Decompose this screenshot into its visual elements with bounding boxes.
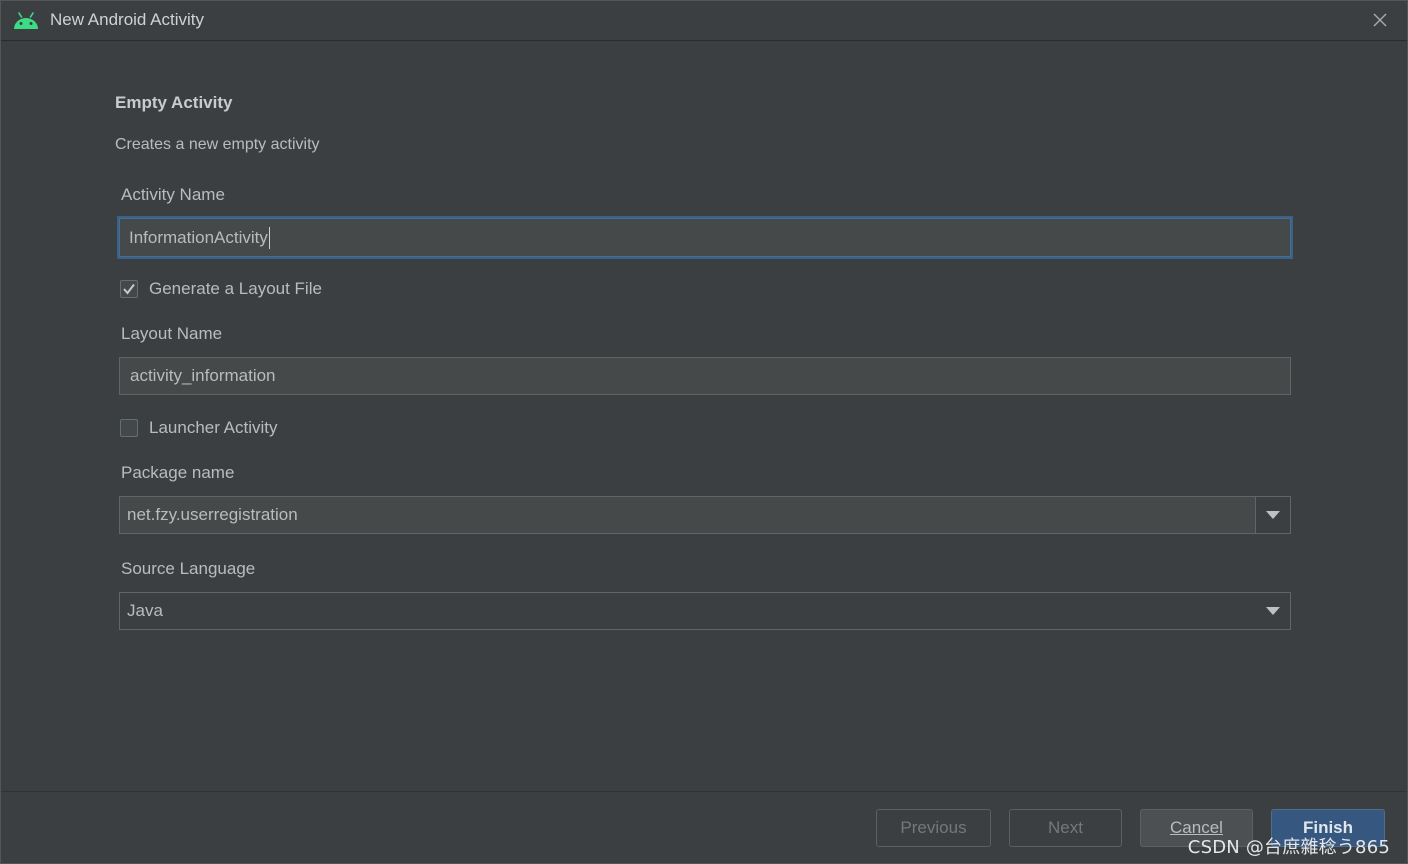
window-title: New Android Activity xyxy=(50,10,205,29)
chevron-down-icon xyxy=(1266,511,1280,519)
check-icon xyxy=(123,283,135,295)
launcher-activity-checkbox[interactable] xyxy=(120,419,138,437)
chevron-down-icon xyxy=(1266,607,1280,615)
generate-layout-label: Generate a Layout File xyxy=(149,279,322,298)
close-button[interactable] xyxy=(1369,9,1391,31)
new-android-activity-dialog: New Android Activity Empty Activity Crea… xyxy=(0,0,1408,864)
source-language-select[interactable]: Java xyxy=(119,592,1291,630)
generate-layout-checkbox-row[interactable]: Generate a Layout File xyxy=(120,278,322,300)
previous-button[interactable]: Previous xyxy=(876,809,991,847)
next-button[interactable]: Next xyxy=(1009,809,1122,847)
android-icon xyxy=(14,12,38,29)
template-heading: Empty Activity xyxy=(115,93,233,112)
activity-name-input[interactable]: InformationActivity xyxy=(117,216,1293,259)
package-name-dropdown-button[interactable] xyxy=(1255,497,1290,533)
template-description: Creates a new empty activity xyxy=(115,136,320,153)
source-language-value: Java xyxy=(127,601,163,620)
source-language-label: Source Language xyxy=(121,559,256,578)
generate-layout-checkbox[interactable] xyxy=(120,280,138,298)
text-caret xyxy=(268,226,270,249)
package-name-label: Package name xyxy=(121,463,235,482)
layout-name-label: Layout Name xyxy=(121,324,223,343)
layout-name-input[interactable]: activity_information xyxy=(119,357,1291,395)
package-name-combobox[interactable]: net.fzy.userregistration xyxy=(119,496,1291,534)
activity-name-label: Activity Name xyxy=(121,185,225,204)
close-icon xyxy=(1373,13,1387,27)
launcher-activity-checkbox-row[interactable]: Launcher Activity xyxy=(120,417,278,439)
source-language-dropdown-arrow xyxy=(1256,593,1290,629)
title-bar: New Android Activity xyxy=(1,1,1407,41)
package-name-value: net.fzy.userregistration xyxy=(127,505,298,524)
activity-name-value: InformationActivity xyxy=(129,227,268,247)
launcher-activity-label: Launcher Activity xyxy=(149,418,278,437)
layout-name-value: activity_information xyxy=(130,366,276,385)
csdn-watermark: CSDN @台庶雜稔う865 xyxy=(1187,837,1390,858)
